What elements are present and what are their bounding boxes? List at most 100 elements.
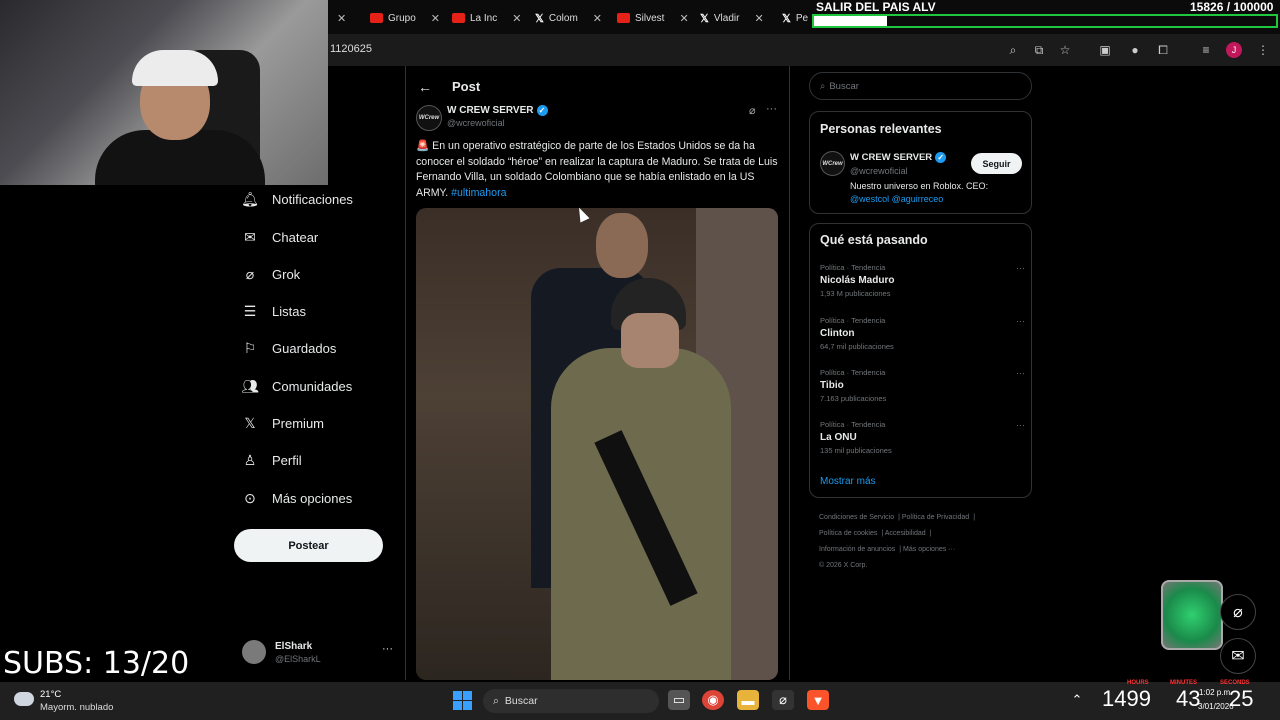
browser-tab[interactable]: La Inc ✕ <box>452 8 521 28</box>
trend-item[interactable]: Política · Tendencia Nicolás Maduro 1,93 M… <box>820 263 1025 307</box>
puzzle-icon[interactable]: ⧠ <box>1155 42 1171 58</box>
browser-tab[interactable]: 𝕏 Vladir ✕ <box>700 8 764 28</box>
grok-icon[interactable]: ⌀ <box>1220 594 1256 630</box>
goal-count: 15826 / 100000 <box>1190 0 1274 14</box>
x-logo-icon: 𝕏 <box>782 12 791 25</box>
taskbar-search[interactable]: ⌕ Buscar <box>483 689 659 713</box>
donation-jar <box>1161 580 1223 650</box>
sidebar-item-premium[interactable]: 𝕏 Premium <box>242 411 324 435</box>
footer-link[interactable]: Política de Privacidad <box>902 514 969 521</box>
windows-start-icon[interactable] <box>453 691 472 710</box>
footer-links: Condiciones de Servicio | Política de Pri… <box>819 514 976 569</box>
show-more-link[interactable]: Mostrar más <box>820 476 876 487</box>
post-media-image[interactable] <box>416 208 778 680</box>
trend-item[interactable]: Política · Tendencia Clinton 64,7 mil publ… <box>820 316 1025 360</box>
trend-name: Nicolás Maduro <box>820 275 895 286</box>
bio-links[interactable]: @westcol @aguirreceo <box>850 194 943 204</box>
chevron-up-icon[interactable]: ⌃ <box>1066 690 1088 710</box>
sidebar-item-listas[interactable]: ☰ Listas <box>242 299 306 323</box>
task-view-icon[interactable]: ▭ <box>668 690 690 710</box>
more-icon[interactable]: ··· <box>1016 316 1025 326</box>
footer-link[interactable]: Información de anuncios <box>819 546 895 553</box>
mail-icon[interactable]: ✉ <box>1220 638 1256 674</box>
back-arrow-icon[interactable]: ← <box>418 79 432 95</box>
account-switcher[interactable]: ElShark @ElSharkL ··· <box>242 638 397 670</box>
star-icon[interactable]: ☆ <box>1057 42 1073 58</box>
zoom-icon[interactable]: ⌕ <box>1005 42 1021 58</box>
tab-label: Pe <box>795 12 809 24</box>
media-icon[interactable]: ≡ <box>1198 42 1214 58</box>
close-icon[interactable]: ✕ <box>512 12 521 25</box>
profile-avatar[interactable]: J <box>1226 42 1242 58</box>
more-icon[interactable]: ··· <box>1016 420 1025 430</box>
sidebar-item-chatear[interactable]: ✉ Chatear <box>242 225 318 249</box>
avatar[interactable]: WCrew <box>416 105 442 131</box>
sidebar-item-perfil[interactable]: ♙ Perfil <box>242 448 302 472</box>
close-icon[interactable]: ✕ <box>431 12 440 25</box>
browser-tab[interactable]: Silvest ✕ <box>617 8 689 28</box>
trend-category: Política · Tendencia <box>820 420 886 429</box>
footer-link[interactable]: Accesibilidad <box>885 530 926 537</box>
trend-item[interactable]: Política · Tendencia La ONU 135 mil public… <box>820 420 1025 464</box>
cast-icon[interactable]: ⧉ <box>1031 42 1047 58</box>
sidebar-item-mas-opciones[interactable]: ⊙ Más opciones <box>242 486 352 510</box>
tab-close-partial[interactable]: ✕ <box>327 8 346 28</box>
tab-label: Grupo <box>388 12 416 24</box>
trend-name: Clinton <box>820 328 855 339</box>
avatar <box>242 640 266 664</box>
clock-time[interactable]: 1:02 p.m. <box>1199 688 1232 697</box>
screenshot-icon[interactable]: ▣ <box>1097 42 1113 58</box>
folder-icon[interactable]: ▬ <box>737 690 759 710</box>
sidebar-item-notificaciones[interactable]: 🔔︎ Notificaciones <box>241 187 353 211</box>
x-logo-icon: 𝕏 <box>700 12 709 25</box>
sidebar-item-comunidades[interactable]: 👥︎ Comunidades <box>241 374 352 398</box>
more-icon[interactable]: ··· <box>1016 368 1025 378</box>
menu-icon[interactable]: ⋮ <box>1255 42 1271 58</box>
goal-progress-fill <box>814 16 887 26</box>
post-button[interactable]: Postear <box>234 529 383 562</box>
browser-tab[interactable]: 𝕏 Pe <box>782 8 808 28</box>
nav-label: Más opciones <box>272 490 353 506</box>
extension-icon[interactable]: ● <box>1127 42 1143 58</box>
clock-date[interactable]: 3/01/2026 <box>1198 702 1234 711</box>
more-icon[interactable]: ··· <box>766 103 777 115</box>
hashtag-link[interactable]: #ultimahora <box>451 187 506 199</box>
relevant-bio: Nuestro universo en Roblox. CEO: @westcol… <box>850 180 1025 206</box>
search-input[interactable]: ⌕ Buscar <box>809 72 1032 100</box>
close-icon[interactable]: ✕ <box>593 12 602 25</box>
verified-badge-icon: ✓ <box>935 152 947 163</box>
grok-icon[interactable]: ⌀ <box>749 104 756 117</box>
footer-link[interactable]: Más opciones ··· <box>903 546 955 553</box>
nav-label: Grok <box>272 266 301 282</box>
relevant-handle[interactable]: @wcrewoficial <box>850 166 908 176</box>
footer-link[interactable]: Política de cookies <box>819 530 877 537</box>
relevant-name[interactable]: W CREW SERVER ✓ <box>850 152 947 163</box>
nav-label: Premium <box>272 415 325 431</box>
timer-hours: 1499 <box>1102 686 1151 711</box>
avatar[interactable]: WCrew <box>820 151 845 176</box>
streamer-cap <box>132 50 218 86</box>
sidebar-item-guardados[interactable]: ⚐ Guardados <box>242 336 337 360</box>
chrome-icon[interactable]: ◉ <box>702 690 724 710</box>
browser-tab[interactable]: 𝕏 Colom ✕ <box>535 8 602 28</box>
nav-label: Chatear <box>272 229 319 245</box>
trend-item[interactable]: Política · Tendencia Tibio 7.163 publicaci… <box>820 368 1025 412</box>
sidebar-item-grok[interactable]: ⌀ Grok <box>242 262 300 286</box>
weather-description[interactable]: Mayorm. nublado <box>40 702 113 713</box>
brave-icon[interactable]: ▼ <box>807 690 829 710</box>
author-name[interactable]: W CREW SERVER ✓ <box>447 105 548 116</box>
more-icon[interactable]: ··· <box>1016 263 1025 273</box>
follow-button[interactable]: Seguir <box>971 153 1022 174</box>
author-handle[interactable]: @wcrewoficial <box>447 118 505 128</box>
close-icon[interactable]: ✕ <box>754 12 763 25</box>
close-icon[interactable]: ✕ <box>679 12 688 25</box>
post-text: 🚨 En un operativo estratégico de parte d… <box>416 139 778 201</box>
url-field[interactable]: 1120625 <box>330 43 372 55</box>
footer-link[interactable]: Condiciones de Servicio <box>819 514 894 521</box>
more-icon[interactable]: ··· <box>382 643 393 655</box>
bell-icon: 🔔︎ <box>241 190 259 207</box>
browser-tab[interactable]: Grupo ✕ <box>370 8 440 28</box>
people-icon: 👥︎ <box>241 377 259 394</box>
app-icon[interactable]: ⌀ <box>772 690 794 710</box>
weather-temperature[interactable]: 21°C <box>40 689 61 700</box>
